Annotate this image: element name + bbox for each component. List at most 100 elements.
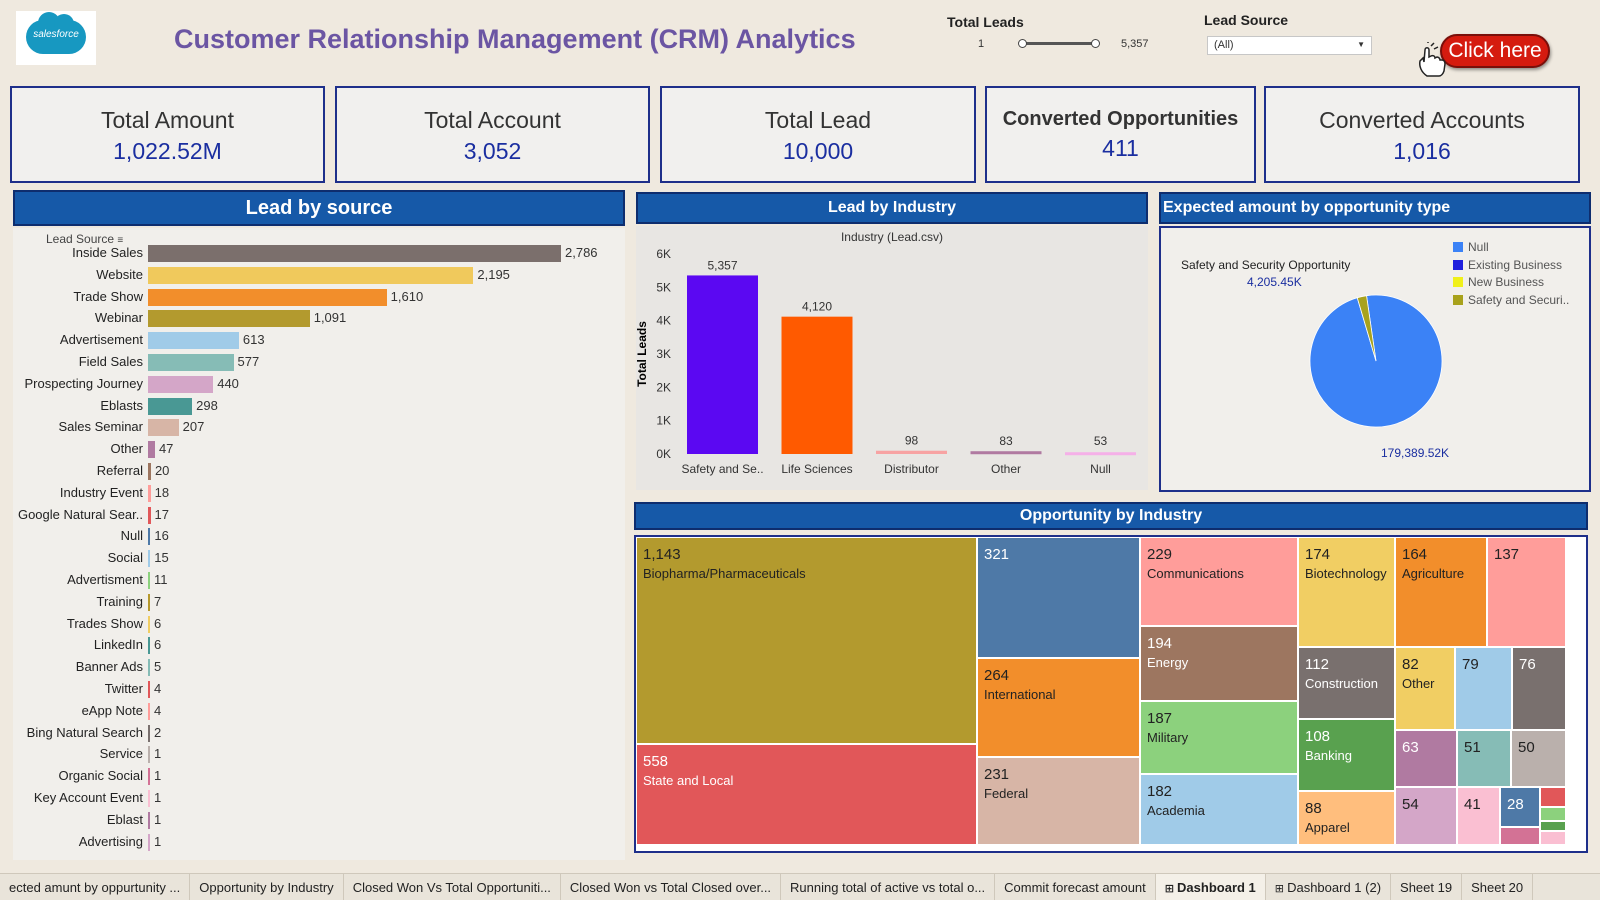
sheet-tab[interactable]: ected amunt by oppurtunity ...: [0, 874, 191, 900]
source-bar[interactable]: [148, 310, 310, 328]
industry-bar[interactable]: [970, 451, 1042, 455]
sheet-tab[interactable]: Closed Won vs Total Closed over...: [561, 874, 782, 900]
lead-source-column-header[interactable]: Lead Source ≡: [46, 232, 123, 246]
treemap-cell[interactable]: 137: [1487, 537, 1566, 647]
source-bar[interactable]: [148, 441, 155, 459]
source-bar[interactable]: [148, 724, 150, 742]
dashboard-icon: ⊞: [1164, 883, 1178, 895]
treemap-cell[interactable]: [1540, 821, 1566, 831]
source-bar[interactable]: [148, 593, 150, 611]
source-bar[interactable]: [148, 484, 151, 502]
dashboard-icon: ⊞: [1274, 883, 1288, 895]
legend-item[interactable]: Safety and Securi..: [1453, 293, 1569, 311]
treemap-cell[interactable]: 54: [1395, 787, 1457, 845]
treemap-cell[interactable]: 51: [1457, 730, 1511, 787]
source-bar[interactable]: [148, 746, 150, 764]
click-here-button[interactable]: Click here: [1440, 34, 1550, 68]
treemap-cell[interactable]: 182 Academia: [1140, 774, 1298, 845]
source-bar[interactable]: [148, 790, 150, 807]
treemap-cell[interactable]: 164 Agriculture: [1395, 537, 1487, 647]
industry-bar[interactable]: [687, 275, 758, 454]
industry-bar[interactable]: [1065, 452, 1136, 456]
treemap-cell[interactable]: [1540, 787, 1566, 807]
sheet-tab[interactable]: Sheet 19: [1391, 874, 1463, 900]
treemap-cell[interactable]: 174 Biotechnology: [1298, 537, 1395, 647]
expected-amount-title: Expected amount by opportunity type: [1159, 192, 1591, 224]
kpi-value: 3,052: [463, 138, 522, 164]
treemap-cell[interactable]: 88 Apparel: [1298, 791, 1395, 845]
legend-swatch: [1453, 242, 1463, 252]
treemap-cell[interactable]: 50: [1511, 730, 1566, 787]
source-bar[interactable]: [148, 506, 151, 524]
treemap-cell[interactable]: 41: [1457, 787, 1500, 845]
sheet-tab[interactable]: Closed Won Vs Total Opportuniti...: [344, 874, 561, 900]
treemap-cell[interactable]: 558 State and Local: [636, 744, 977, 845]
source-bar[interactable]: [148, 637, 150, 655]
lead-source-dropdown[interactable]: (All) ▼: [1207, 36, 1372, 55]
treemap-cell[interactable]: [1540, 807, 1566, 821]
source-bar[interactable]: [148, 419, 179, 437]
treemap-cell[interactable]: [1540, 831, 1566, 845]
treemap-cell-label: Academia: [1147, 803, 1205, 818]
source-bar[interactable]: [148, 266, 474, 284]
sheet-tab[interactable]: Commit forecast amount: [995, 874, 1156, 900]
source-bar[interactable]: [148, 768, 150, 786]
total-leads-filter-label: Total Leads: [947, 14, 1024, 30]
treemap-cell[interactable]: 229 Communications: [1140, 537, 1298, 626]
sheet-tab[interactable]: Sheet 20: [1462, 874, 1534, 900]
source-bar[interactable]: [148, 245, 561, 262]
source-bar[interactable]: [148, 354, 234, 371]
treemap-cell[interactable]: 28: [1500, 787, 1540, 827]
treemap-cell[interactable]: 112 Construction: [1298, 647, 1395, 719]
sheet-tab[interactable]: ⊞ Dashboard 1 (2): [1266, 874, 1392, 900]
industry-value-label: 5,357: [707, 258, 737, 272]
treemap-cell[interactable]: 264 International: [977, 658, 1140, 757]
treemap-cell[interactable]: 187 Military: [1140, 701, 1298, 774]
slider-min-handle[interactable]: [1018, 39, 1027, 48]
sheet-tab-label: Dashboard 1: [1177, 880, 1256, 895]
treemap-cell[interactable]: 321: [977, 537, 1140, 658]
source-bar[interactable]: [148, 811, 150, 829]
source-bar[interactable]: [148, 572, 150, 589]
source-bar[interactable]: [148, 659, 150, 677]
source-bar[interactable]: [148, 702, 150, 720]
source-value-label: 1: [154, 811, 162, 827]
source-bar[interactable]: [148, 528, 151, 546]
source-label: Advertisement: [59, 332, 143, 348]
treemap-cell[interactable]: 82 Other: [1395, 647, 1455, 730]
source-bar[interactable]: [148, 681, 150, 698]
legend-item[interactable]: New Business: [1453, 275, 1569, 293]
source-bar[interactable]: [148, 463, 151, 480]
treemap-cell[interactable]: 231 Federal: [977, 757, 1140, 845]
source-bar[interactable]: [148, 833, 150, 851]
sheet-tab[interactable]: Running total of active vs total o...: [781, 874, 996, 900]
sheet-tab-label: Opportunity by Industry: [199, 880, 334, 895]
industry-bar[interactable]: [876, 450, 947, 454]
legend-item[interactable]: Null: [1453, 240, 1569, 258]
industry-bar[interactable]: [781, 316, 853, 454]
source-bar[interactable]: [148, 375, 214, 393]
source-bar[interactable]: [148, 288, 387, 306]
treemap-cell-value: 28: [1507, 796, 1524, 813]
treemap-cell[interactable]: 108 Banking: [1298, 719, 1395, 791]
treemap-cell[interactable]: [1500, 827, 1540, 845]
legend-item[interactable]: Existing Business: [1453, 258, 1569, 276]
kpi-value: 1,022.52M: [113, 138, 222, 164]
treemap-cell[interactable]: 79: [1455, 647, 1512, 730]
source-label: Other: [110, 441, 143, 457]
sheet-tab[interactable]: Opportunity by Industry: [190, 874, 344, 900]
total-leads-slider-track[interactable]: [1021, 42, 1095, 45]
treemap-cell[interactable]: 76: [1512, 647, 1566, 730]
slider-max-handle[interactable]: [1091, 39, 1100, 48]
source-bar[interactable]: [148, 615, 150, 633]
source-bar[interactable]: [148, 397, 193, 415]
treemap-cell[interactable]: 63: [1395, 730, 1457, 787]
source-bar[interactable]: [148, 332, 239, 350]
sheet-tab[interactable]: ⊞ Dashboard 1: [1155, 874, 1266, 900]
sheet-tab-label: ected amunt by oppurtunity ...: [9, 880, 181, 895]
source-bar[interactable]: [148, 550, 151, 568]
treemap-cell[interactable]: 194 Energy: [1140, 626, 1298, 701]
y-tick-label: 1K: [656, 414, 671, 428]
source-label: Social: [107, 550, 143, 566]
treemap-cell[interactable]: 1,143 Biopharma/Pharmaceuticals: [636, 537, 977, 744]
